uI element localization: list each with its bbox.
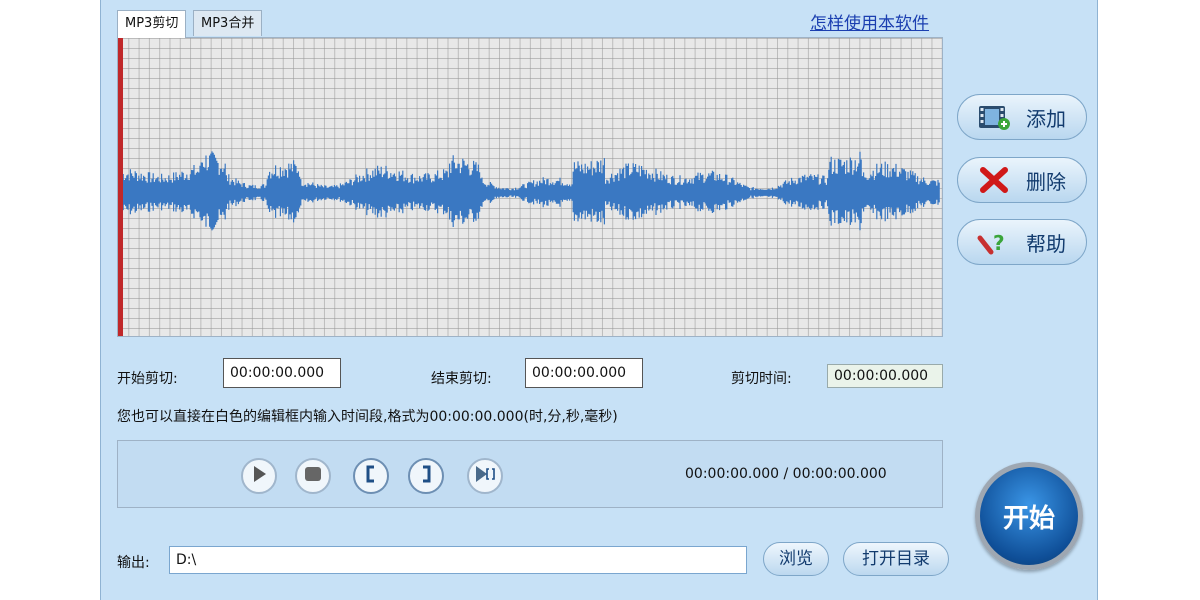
output-path-input[interactable]: D:\	[169, 546, 747, 574]
add-button[interactable]: 添加	[957, 94, 1087, 140]
set-end-button[interactable]	[408, 458, 444, 494]
play-selection-icon	[474, 465, 496, 487]
browse-button[interactable]: 浏览	[763, 542, 829, 576]
help-button[interactable]: ? 帮助	[957, 219, 1087, 265]
bracket-right-icon	[419, 465, 433, 487]
output-label: 输出:	[117, 555, 150, 571]
playback-time: 00:00:00.000 / 00:00:00.000	[685, 466, 887, 482]
add-button-label: 添加	[1026, 106, 1066, 131]
bracket-left-icon	[364, 465, 378, 487]
tab-mp3-cut[interactable]: MP3剪切	[117, 10, 187, 38]
end-cut-label: 结束剪切:	[431, 371, 492, 387]
waveform-trace	[121, 151, 940, 231]
stop-icon	[304, 466, 322, 486]
svg-text:?: ?	[993, 231, 1005, 255]
delete-button-label: 删除	[1026, 169, 1066, 194]
delete-button[interactable]: 删除	[957, 157, 1087, 203]
waveform-panel[interactable]	[117, 37, 943, 337]
cut-duration-value: 00:00:00.000	[827, 364, 943, 388]
end-cut-input[interactable]: 00:00:00.000	[525, 358, 643, 388]
tab-mp3-merge[interactable]: MP3合并	[193, 10, 263, 36]
open-directory-button[interactable]: 打开目录	[843, 542, 949, 576]
start-button-label: 开始	[1002, 503, 1055, 534]
start-cut-input[interactable]: 00:00:00.000	[223, 358, 341, 388]
play-button[interactable]	[241, 458, 277, 494]
start-cut-label: 开始剪切:	[117, 371, 178, 387]
app-window: MP3剪切 MP3合并 怎样使用本软件 添加 删除 ? 帮助 开始剪切: 00:…	[100, 0, 1098, 600]
stop-button[interactable]	[295, 458, 331, 494]
play-icon	[251, 465, 267, 487]
waveform	[121, 151, 940, 231]
help-button-label: 帮助	[1026, 231, 1066, 256]
play-selection-button[interactable]	[467, 458, 503, 494]
set-start-button[interactable]	[353, 458, 389, 494]
film-add-icon	[974, 103, 1014, 131]
help-link[interactable]: 怎样使用本软件	[810, 9, 929, 34]
start-marker[interactable]	[118, 38, 123, 336]
red-x-icon	[974, 166, 1014, 194]
cut-duration-label: 剪切时间:	[731, 371, 792, 387]
format-hint: 您也可以直接在白色的编辑框内输入时间段,格式为00:00:00.000(时,分,…	[117, 409, 618, 425]
help-question-icon: ?	[974, 228, 1014, 256]
start-button[interactable]: 开始	[975, 462, 1083, 570]
